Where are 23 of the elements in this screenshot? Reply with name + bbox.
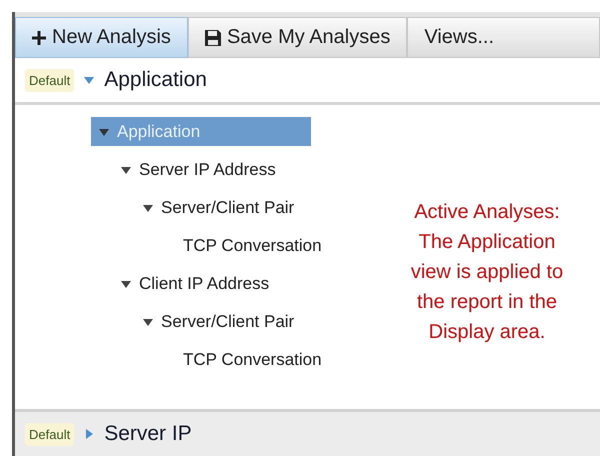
- collapse-caret-icon[interactable]: [121, 278, 131, 288]
- tree-item[interactable]: TCP Conversation: [91, 345, 401, 374]
- toolbar-button[interactable]: Views...: [407, 17, 600, 58]
- tree-item[interactable]: Server IP Address: [91, 155, 401, 184]
- collapse-caret-icon[interactable]: [121, 164, 131, 174]
- collapse-caret-icon[interactable]: [143, 202, 153, 212]
- collapse-caret-icon[interactable]: [143, 316, 153, 326]
- section-title: Application: [104, 68, 207, 92]
- section-title: Server IP: [104, 422, 192, 446]
- toolbar-button[interactable]: Save My Analyses: [188, 17, 408, 58]
- save-icon: [204, 30, 221, 46]
- collapse-caret-icon[interactable]: [99, 126, 109, 136]
- tree-item[interactable]: Client IP Address: [91, 269, 401, 298]
- default-badge: Default: [25, 68, 74, 92]
- toolbar-button[interactable]: New Analysis: [15, 17, 188, 58]
- tree-item[interactable]: Server/Client Pair: [91, 307, 401, 336]
- expand-caret-icon[interactable]: [84, 429, 94, 439]
- tree-item[interactable]: Server/Client Pair: [91, 193, 401, 222]
- annotation-text: Active Analyses: The Application view is applied to the report in the Display area.: [410, 200, 564, 345]
- plus-icon: [32, 30, 46, 44]
- tree-item[interactable]: TCP Conversation: [91, 231, 401, 260]
- default-badge: Default: [25, 422, 74, 446]
- section-header[interactable]: Default Server IP: [15, 412, 600, 456]
